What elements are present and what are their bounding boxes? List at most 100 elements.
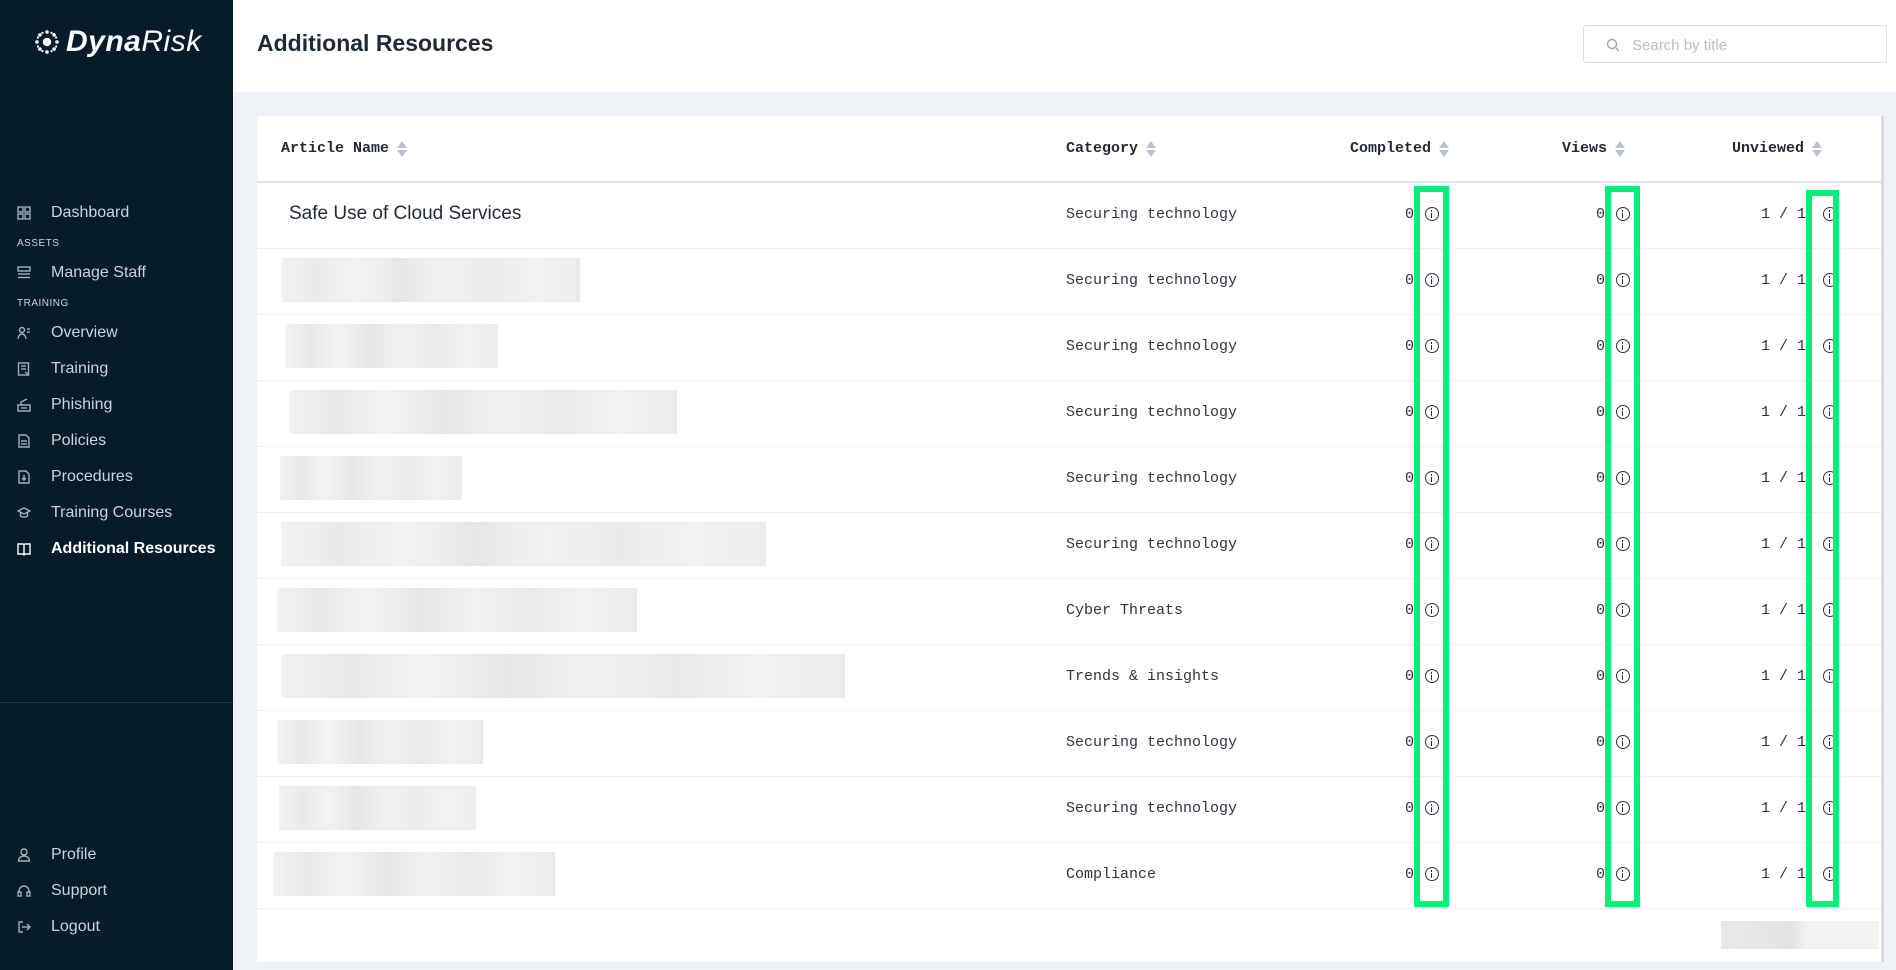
search-box[interactable]	[1583, 25, 1887, 63]
info-icon[interactable]	[1425, 801, 1439, 815]
table-row[interactable]: Securing technology 0 0 1 / 1	[257, 380, 1881, 447]
category-cell: Cyber Threats	[1066, 602, 1184, 619]
sidebar-item-manage-staff[interactable]: Manage Staff	[0, 258, 233, 288]
info-icon[interactable]	[1616, 405, 1630, 419]
info-icon[interactable]	[1616, 735, 1630, 749]
category-cell: Securing technology	[1066, 536, 1238, 553]
article-name-redacted[interactable]	[277, 588, 637, 632]
article-name-redacted[interactable]	[281, 522, 766, 566]
table-row[interactable]: Securing technology 0 0 1 / 1	[257, 710, 1881, 777]
sidebar-item-dashboard[interactable]: Dashboard	[0, 198, 233, 228]
article-name-redacted[interactable]	[290, 390, 677, 434]
column-header-completed[interactable]: Completed	[1350, 140, 1450, 157]
info-icon[interactable]	[1425, 273, 1439, 287]
info-icon[interactable]	[1425, 339, 1439, 353]
column-header-category[interactable]: Category	[1066, 140, 1157, 157]
unviewed-value: 1 / 1	[1760, 206, 1806, 223]
table-row[interactable]: Cyber Threats 0 0 1 / 1	[257, 578, 1881, 645]
logo[interactable]: DynaRisk	[34, 22, 202, 62]
info-icon[interactable]	[1823, 339, 1837, 353]
table-row[interactable]: Securing technology 0 0 1 / 1	[257, 776, 1881, 843]
info-icon[interactable]	[1425, 735, 1439, 749]
sidebar-item-profile[interactable]: Profile	[0, 840, 233, 870]
column-header-unviewed[interactable]: Unviewed	[1732, 140, 1823, 157]
category-cell: Trends & insights	[1066, 668, 1220, 685]
article-name-redacted[interactable]	[282, 258, 580, 302]
completed-value: 0	[1404, 734, 1414, 751]
info-icon[interactable]	[1425, 603, 1439, 617]
article-name-redacted[interactable]	[282, 654, 845, 698]
sidebar-item-training-courses[interactable]: Training Courses	[0, 498, 233, 528]
table-row[interactable]: Securing technology 0 0 1 / 1	[257, 248, 1881, 315]
info-icon[interactable]	[1616, 669, 1630, 683]
info-icon[interactable]	[1616, 801, 1630, 815]
table-row[interactable]: Securing technology 0 0 1 / 1	[257, 512, 1881, 579]
info-icon[interactable]	[1823, 867, 1837, 881]
sidebar-item-procedures[interactable]: Procedures	[0, 462, 233, 492]
search-input[interactable]	[1630, 34, 1874, 56]
category-cell: Securing technology	[1066, 338, 1238, 355]
phishing-icon	[17, 398, 31, 412]
info-icon[interactable]	[1823, 471, 1837, 485]
info-icon[interactable]	[1616, 537, 1630, 551]
sidebar-item-phishing[interactable]: Phishing	[0, 390, 233, 420]
search-icon	[1606, 38, 1620, 52]
sidebar-item-label: Training	[51, 360, 109, 377]
sidebar-item-overview[interactable]: Overview	[0, 318, 233, 348]
info-icon[interactable]	[1823, 207, 1837, 221]
dashboard-icon	[17, 206, 31, 220]
info-icon[interactable]	[1616, 471, 1630, 485]
info-icon[interactable]	[1823, 669, 1837, 683]
article-name-redacted[interactable]	[274, 852, 555, 896]
views-value: 0	[1595, 536, 1605, 553]
completed-value: 0	[1404, 668, 1414, 685]
sidebar-item-label: Profile	[51, 846, 97, 863]
views-value: 0	[1595, 404, 1605, 421]
info-icon[interactable]	[1425, 669, 1439, 683]
sidebar-item-support[interactable]: Support	[0, 876, 233, 906]
table-row[interactable]: Securing technology 0 0 1 / 1	[257, 446, 1881, 513]
article-name-redacted[interactable]	[285, 324, 498, 368]
sidebar-item-label: Policies	[51, 432, 107, 449]
info-icon[interactable]	[1425, 405, 1439, 419]
info-icon[interactable]	[1823, 537, 1837, 551]
column-header-article-name[interactable]: Article Name	[281, 140, 408, 157]
sidebar-item-additional-resources[interactable]: Additional Resources	[0, 534, 233, 564]
info-icon[interactable]	[1425, 537, 1439, 551]
info-icon[interactable]	[1823, 405, 1837, 419]
table-row[interactable]: Securing technology 0 0 1 / 1	[257, 314, 1881, 381]
table-row[interactable]: Safe Use of Cloud Services Securing techn…	[257, 182, 1881, 249]
info-icon[interactable]	[1616, 273, 1630, 287]
sidebar-item-label: Procedures	[51, 468, 133, 485]
info-icon[interactable]	[1823, 603, 1837, 617]
article-name-redacted[interactable]	[277, 720, 483, 764]
category-cell: Securing technology	[1066, 470, 1238, 487]
procedures-icon	[18, 470, 30, 484]
info-icon[interactable]	[1616, 339, 1630, 353]
sidebar-divider	[0, 702, 233, 703]
logout-icon	[18, 921, 31, 933]
info-icon[interactable]	[1425, 471, 1439, 485]
views-value: 0	[1595, 272, 1605, 289]
sidebar-item-logout[interactable]: Logout	[0, 912, 233, 942]
column-header-label: Unviewed	[1732, 140, 1805, 157]
info-icon[interactable]	[1616, 867, 1630, 881]
info-icon[interactable]	[1823, 801, 1837, 815]
info-icon[interactable]	[1425, 867, 1439, 881]
category-cell: Securing technology	[1066, 272, 1238, 289]
views-value: 0	[1595, 866, 1605, 883]
views-value: 0	[1595, 734, 1605, 751]
sidebar-item-policies[interactable]: Policies	[0, 426, 233, 456]
article-name[interactable]: Safe Use of Cloud Services	[289, 203, 521, 225]
info-icon[interactable]	[1616, 207, 1630, 221]
info-icon[interactable]	[1616, 603, 1630, 617]
column-header-views[interactable]: Views	[1562, 140, 1626, 157]
sidebar-item-training[interactable]: Training	[0, 354, 233, 384]
article-name-redacted[interactable]	[279, 786, 476, 830]
table-row[interactable]: Compliance 0 0 1 / 1	[257, 842, 1881, 909]
info-icon[interactable]	[1425, 207, 1439, 221]
article-name-redacted[interactable]	[280, 456, 462, 500]
table-row[interactable]: Trends & insights 0 0 1 / 1	[257, 644, 1881, 711]
info-icon[interactable]	[1823, 273, 1837, 287]
info-icon[interactable]	[1823, 735, 1837, 749]
